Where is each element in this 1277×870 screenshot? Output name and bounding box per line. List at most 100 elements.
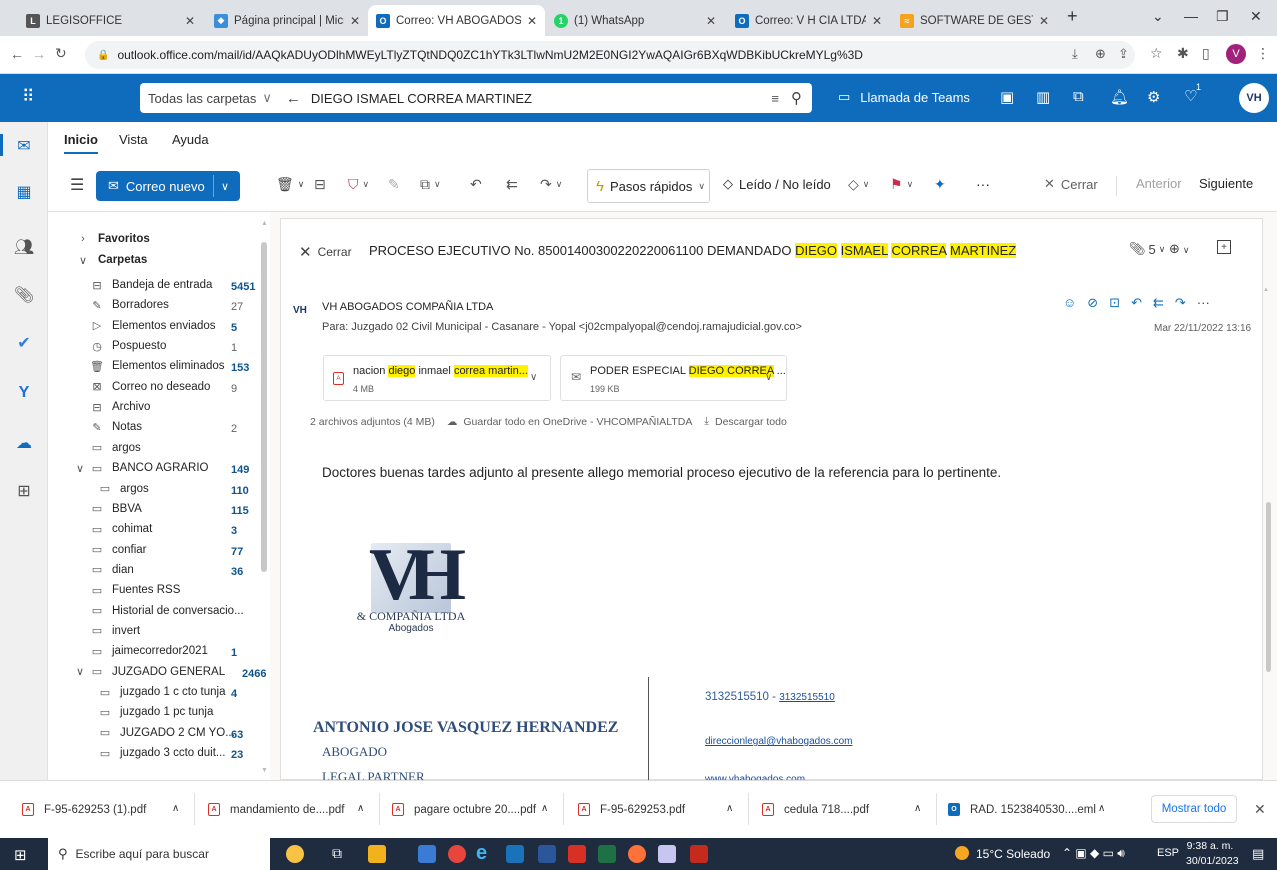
filter-icon[interactable]: ≡ — [771, 91, 779, 106]
app-red-icon[interactable] — [690, 845, 708, 863]
reload-icon[interactable]: ↻ — [55, 45, 67, 62]
reply-icon[interactable]: ↶ — [470, 176, 482, 193]
hamburger-icon[interactable]: ☰ — [70, 175, 84, 195]
summary-icon[interactable]: ⊡ — [1109, 295, 1120, 311]
chevron-down-icon[interactable]: ∨ — [765, 372, 772, 383]
folder-item[interactable]: ▭ jaimecorredor2021 — [90, 642, 208, 660]
people-icon[interactable]: 👥︎ — [14, 237, 34, 257]
close-icon[interactable]: ✕ — [1039, 14, 1049, 28]
folder-item[interactable]: ▷ Elementos enviados — [90, 317, 216, 335]
reply-all-icon[interactable]: ⇇ — [1153, 295, 1164, 311]
save-onedrive-link[interactable]: Guardar todo en OneDrive - VHCOMPAÑIALTD… — [463, 416, 692, 428]
move-to-icon[interactable]: ⧉ ∨ — [420, 176, 441, 193]
folder-item[interactable]: ✎ Notas — [90, 418, 142, 436]
whats-new-icon[interactable]: ⧉ — [1073, 88, 1084, 105]
browser-tab[interactable]: L LEGISOFFICE ✕ — [18, 5, 203, 36]
gear-icon[interactable]: ⚙ — [1147, 88, 1160, 106]
pin-icon[interactable]: ✦ — [934, 176, 946, 193]
minimize-button[interactable]: — — [1184, 8, 1198, 24]
quick-steps-button[interactable]: ϟ Pasos rápidos ∨ — [587, 169, 710, 203]
bookmark-star-icon[interactable]: ☆ — [1150, 45, 1163, 62]
folder-item[interactable]: ▭ Historial de conversacio... — [90, 602, 244, 620]
yammer-icon[interactable]: Y — [14, 383, 34, 403]
chevron-up-icon[interactable]: ∧ — [726, 803, 733, 814]
read-unread-button[interactable]: ◇ Leído / No leído — [723, 176, 831, 192]
tag-icon[interactable]: ◇ ∨ — [848, 176, 869, 193]
sensitivity-icon[interactable]: ⊘ — [1087, 295, 1098, 311]
close-message-button[interactable]: ✕ Cerrar — [299, 243, 352, 261]
folder-item[interactable]: ⊟ Bandeja de entrada — [90, 276, 212, 294]
chevron-up-icon[interactable]: ∧ — [172, 803, 179, 814]
chevron-down-icon[interactable]: ∨ — [221, 180, 229, 193]
notifications-icon[interactable]: ▤ — [1252, 846, 1264, 862]
search-icon[interactable]: ⚲ — [791, 89, 802, 107]
app-launcher-icon[interactable]: ⠿ — [22, 87, 34, 107]
scroll-up-icon[interactable]: ▲ — [1263, 287, 1269, 293]
folder-item[interactable]: ▭ invert — [90, 622, 140, 640]
onedrive-icon[interactable]: ☁ — [14, 433, 34, 453]
scroll-down-icon[interactable]: ▼ — [261, 767, 268, 777]
folder-item[interactable]: ▭ cohimat — [90, 520, 152, 538]
chevron-up-icon[interactable]: ∧ — [1098, 803, 1105, 814]
reply-icon[interactable]: ↶ — [1131, 295, 1142, 311]
acrobat-icon[interactable] — [568, 845, 586, 863]
tray-icons[interactable]: ⌃ ▣ ◆ ▭ 🔊︎ — [1062, 846, 1125, 861]
search-box[interactable]: Todas las carpetas ∨ ← DIEGO ISMAEL CORR… — [140, 83, 812, 113]
cortana-icon[interactable] — [286, 845, 304, 863]
tab-search-icon[interactable]: ⌄ — [1152, 8, 1164, 25]
onenote-icon[interactable]: ▥ — [1036, 88, 1050, 106]
paperclip-icon[interactable]: 📎︎ — [14, 285, 34, 305]
attachment-count[interactable]: 📎︎ 5 ∨ — [1129, 241, 1165, 257]
download-item[interactable]: A F-95-629253 (1).pdf — [22, 803, 146, 816]
download-all-link[interactable]: Descargar todo — [715, 416, 787, 428]
close-icon[interactable]: ✕ — [872, 14, 882, 28]
zoom-icon[interactable]: ⊕ — [1095, 46, 1106, 62]
folder-item[interactable]: ▭ JUZGADO 2 CM YO... — [98, 724, 235, 742]
firefox-icon[interactable] — [628, 845, 646, 863]
sweep-icon[interactable]: ✎ — [388, 176, 400, 193]
folder-scrollbar[interactable] — [261, 242, 267, 572]
folder-item[interactable]: ∨ ▭ BANCO AGRARIO — [76, 459, 209, 477]
attachment-card[interactable]: ✉ PODER ESPECIAL DIEGO CORREA ... 199 KB… — [560, 355, 787, 401]
download-item[interactable]: Amandamiento de....pdf — [208, 803, 344, 816]
back-icon[interactable]: ← — [10, 46, 24, 62]
browser-tab-active[interactable]: O Correo: VH ABOGADOS COM ✕ — [368, 5, 545, 36]
expand-icon[interactable]: + — [1217, 240, 1231, 254]
account-avatar[interactable]: VH — [1239, 83, 1269, 113]
close-icon[interactable]: ✕ — [706, 14, 716, 28]
todo-icon[interactable]: ✔ — [14, 333, 34, 353]
forward-icon[interactable]: ↷ ∨ — [540, 176, 562, 193]
sender-avatar[interactable]: VH — [293, 305, 313, 319]
delete-icon[interactable]: 🗑︎ ∨ — [276, 176, 304, 193]
folder-item[interactable]: 🗑︎ Elementos eliminados — [90, 357, 225, 375]
chrome-icon[interactable] — [448, 845, 466, 863]
chevron-up-icon[interactable]: ∧ — [357, 803, 364, 814]
folder-item[interactable]: ▭ juzgado 1 c cto tunja — [98, 683, 226, 701]
download-item[interactable]: Apagare octubre 20....pdf — [392, 803, 536, 816]
chevron-up-icon[interactable]: ∧ — [541, 803, 548, 814]
new-tab-button[interactable]: + — [1067, 6, 1078, 27]
zoom-icon[interactable]: ⊕ ∨ — [1169, 241, 1190, 257]
favorites-node[interactable]: › Favoritos — [76, 230, 150, 248]
sender-name[interactable]: VH ABOGADOS COMPAÑIA LTDA — [322, 301, 493, 313]
profile-avatar[interactable]: V — [1226, 44, 1246, 64]
sidepanel-icon[interactable]: ▯ — [1202, 45, 1210, 62]
store-icon[interactable] — [418, 845, 436, 863]
calendar-icon[interactable]: ▦ — [14, 182, 34, 202]
next-button[interactable]: Siguiente — [1199, 176, 1253, 191]
forward-icon[interactable]: ↷ — [1175, 295, 1186, 311]
teams-call-button[interactable]: ▭ Llamada de Teams — [838, 89, 970, 105]
edge-legacy-icon[interactable] — [506, 845, 524, 863]
bell-icon[interactable]: 🔔︎ — [1110, 88, 1129, 106]
clock-date[interactable]: 30/01/2023 — [1186, 855, 1239, 867]
browser-tab[interactable]: ≈ SOFTWARE DE GESTION AD ✕ — [892, 5, 1057, 36]
search-input[interactable]: DIEGO ISMAEL CORREA MARTINEZ — [311, 91, 771, 106]
tab-ayuda[interactable]: Ayuda — [172, 132, 209, 147]
folder-item[interactable]: ✎ Borradores — [90, 296, 169, 314]
show-all-downloads-button[interactable]: Mostrar todo — [1151, 795, 1237, 823]
folder-item[interactable]: ▭ juzgado 3 ccto duit... — [98, 744, 226, 762]
app-icon[interactable] — [658, 845, 676, 863]
install-icon[interactable]: ⤓ — [1072, 46, 1078, 62]
chevron-up-icon[interactable]: ∧ — [914, 803, 921, 814]
extensions-icon[interactable]: ✱ — [1177, 45, 1189, 62]
